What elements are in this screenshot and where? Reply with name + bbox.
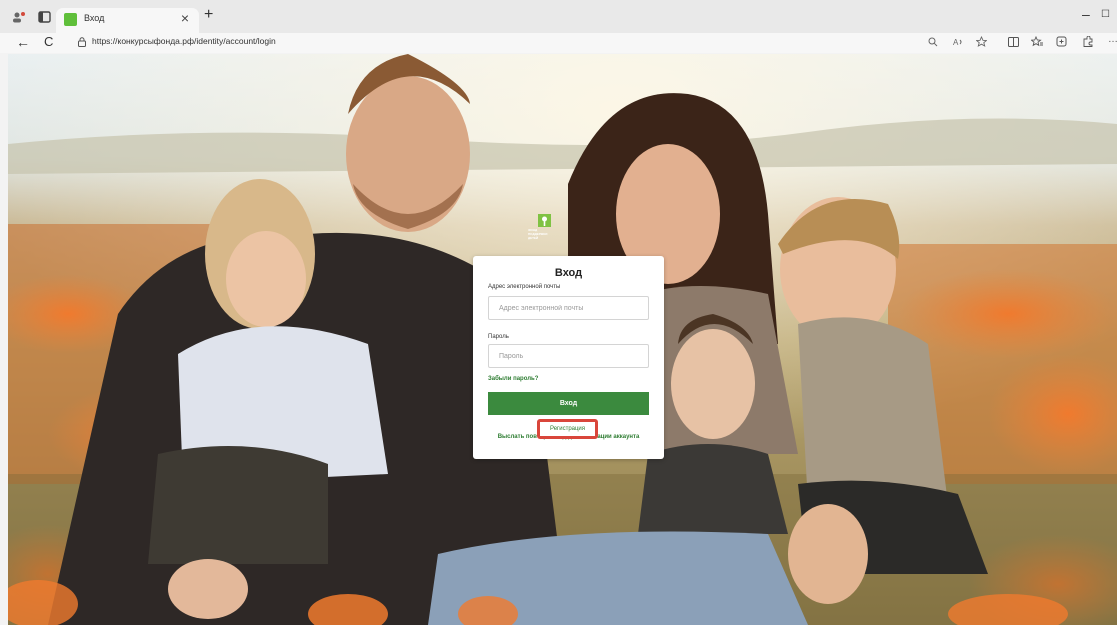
register-link[interactable]: Регистрация — [537, 419, 598, 439]
favorites-icon[interactable] — [1031, 36, 1043, 47]
site-favicon-icon — [64, 13, 77, 26]
password-label: Пароль — [488, 334, 509, 340]
email-label: Адрес электронной почты — [488, 284, 561, 290]
split-screen-icon[interactable] — [1008, 37, 1019, 47]
reload-button[interactable]: C — [44, 34, 53, 49]
email-input[interactable] — [488, 296, 649, 320]
foundation-logo-text: ФОНД ПОДДЕРЖКИ ДЕТЕЙ — [528, 228, 548, 240]
login-button[interactable]: Вход — [488, 392, 649, 415]
forgot-password-link[interactable]: Забыли пароль? — [488, 376, 538, 382]
read-aloud-icon[interactable]: A — [953, 37, 964, 47]
new-tab-button[interactable]: + — [204, 6, 213, 24]
password-input[interactable] — [488, 344, 649, 368]
more-icon[interactable]: … — [1108, 34, 1117, 45]
tab-actions-icon[interactable] — [38, 11, 52, 23]
zoom-icon[interactable] — [928, 37, 938, 47]
tab-login[interactable]: Вход × — [56, 8, 199, 33]
svg-text:A: A — [953, 38, 959, 47]
tab-title: Вход — [84, 13, 105, 23]
back-button[interactable]: ← — [16, 34, 30, 50]
address-bar: ← C https://конкурсыфонда.рф/identity/ac… — [0, 33, 1117, 53]
tab-close-icon[interactable]: × — [181, 10, 189, 26]
login-title: Вход — [554, 267, 583, 279]
minimize-button[interactable]: – — [1082, 6, 1090, 22]
favorite-star-icon[interactable] — [976, 36, 987, 47]
lock-icon[interactable] — [78, 37, 86, 47]
maximize-button[interactable]: ☐ — [1101, 9, 1110, 20]
browser-tab-bar: Вход × + – ☐ — [0, 0, 1117, 33]
collections-icon[interactable] — [1056, 36, 1068, 47]
extensions-icon[interactable] — [1082, 36, 1094, 47]
url-field[interactable]: https://конкурсыфонда.рф/identity/accoun… — [92, 36, 276, 46]
profile-icon[interactable] — [12, 11, 26, 23]
